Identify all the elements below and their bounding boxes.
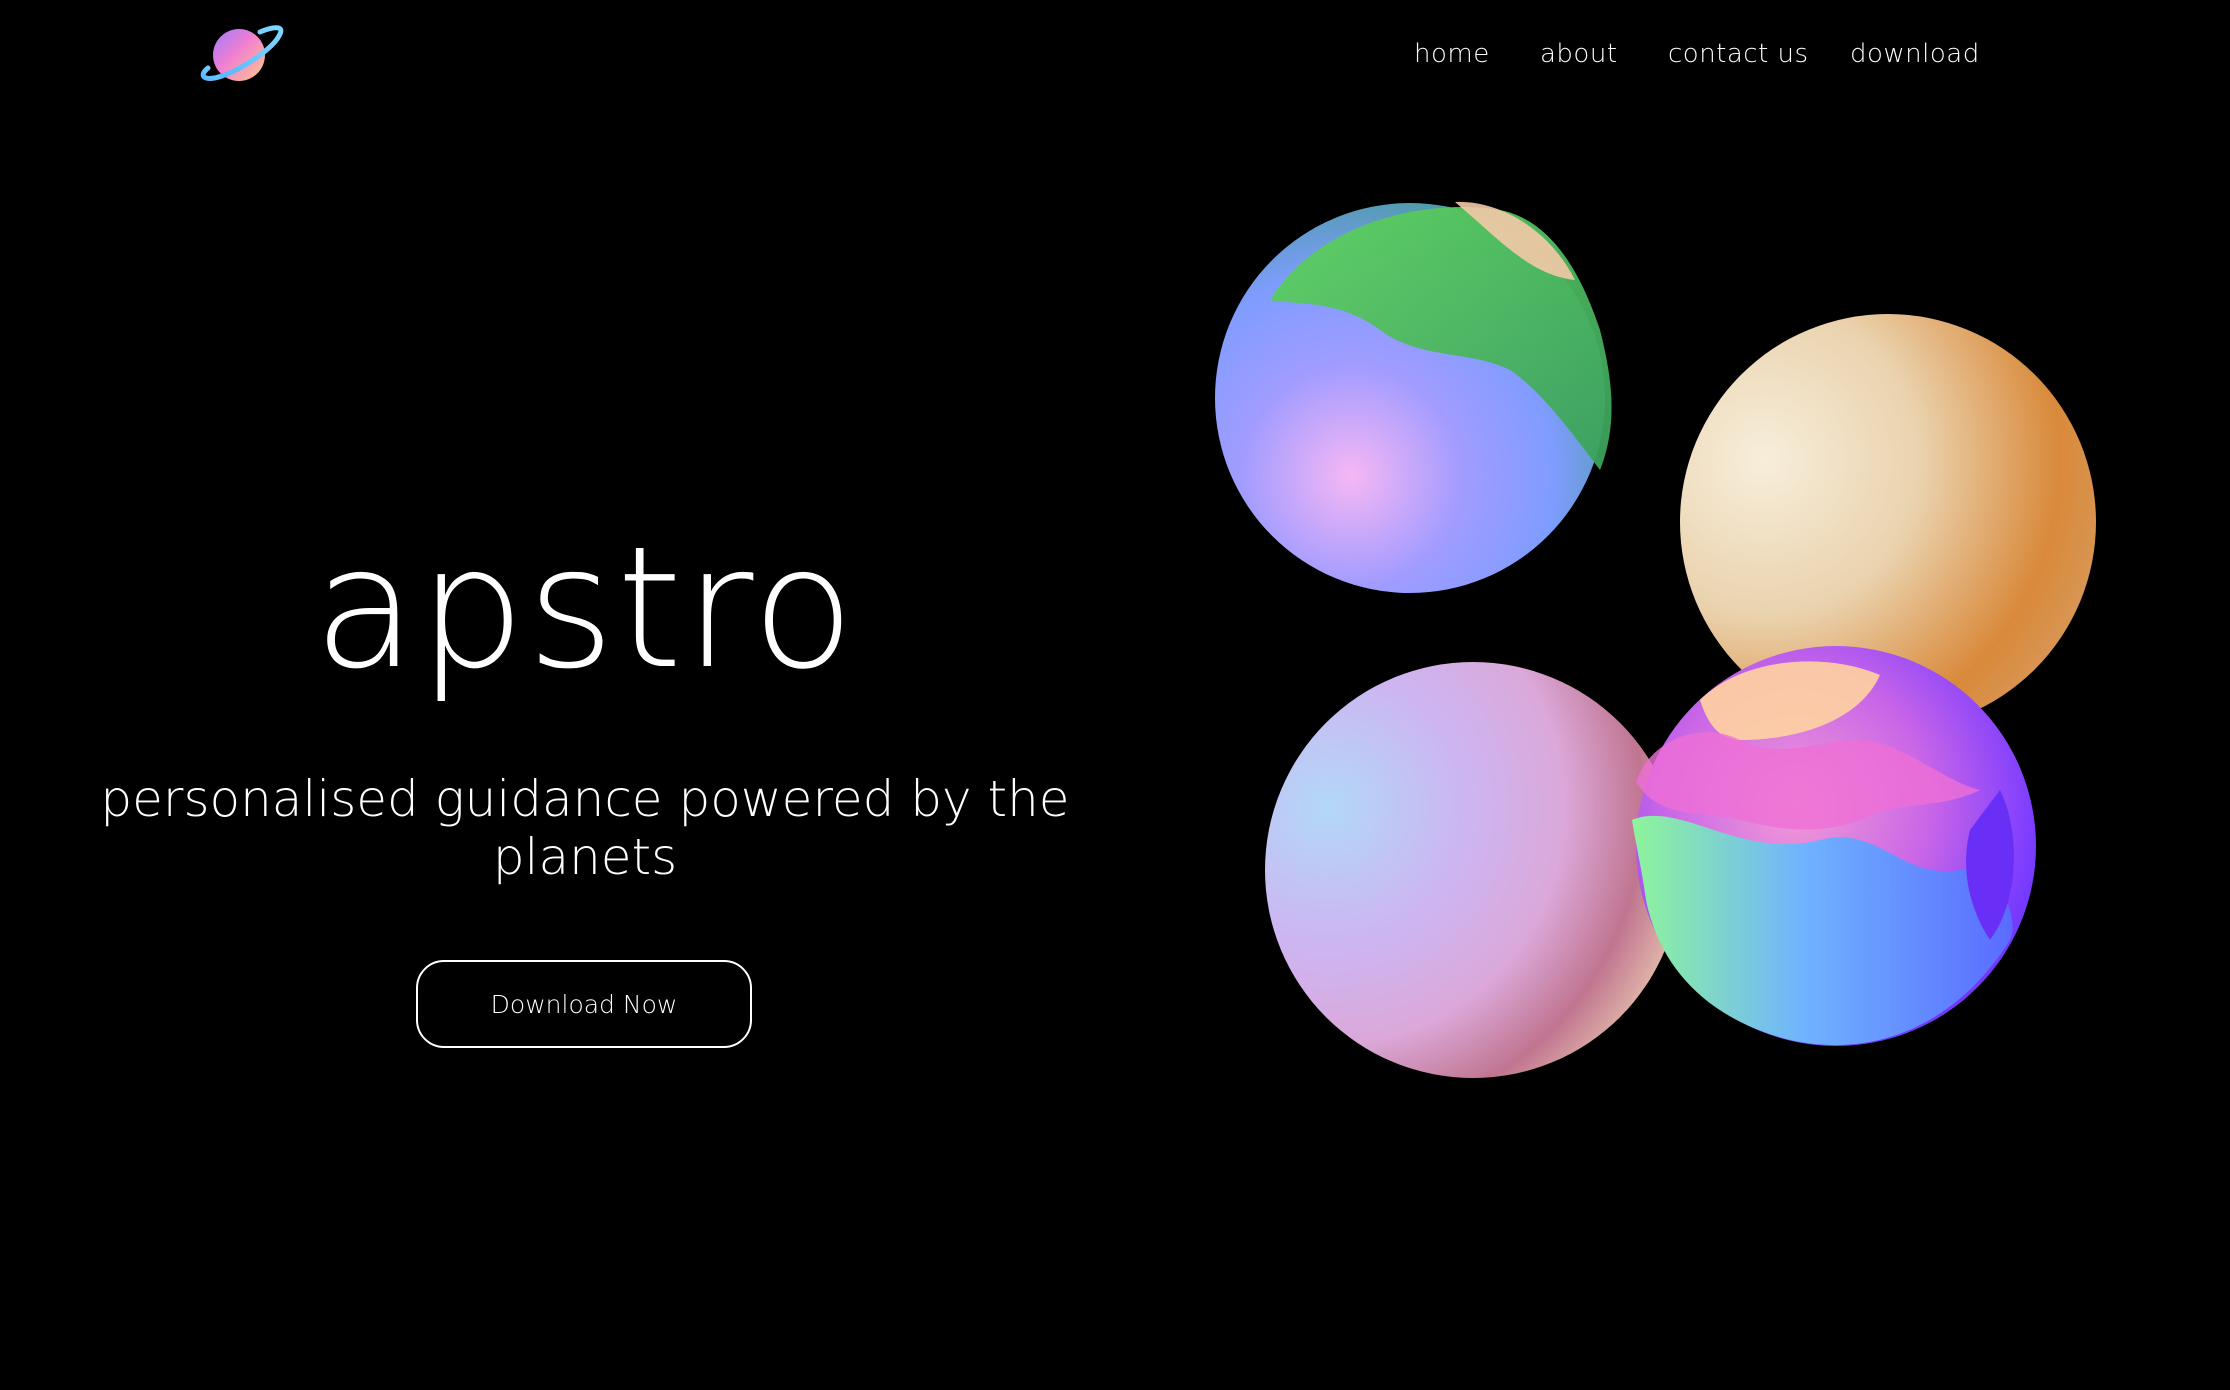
planet-violet-pink: [1632, 646, 2036, 1046]
main-nav: home about contact us download: [0, 36, 2230, 76]
hero-tagline: personalised guidance powered by the pla…: [100, 770, 1070, 886]
planets-illustration: [1215, 201, 2096, 1078]
nav-link-contact-us[interactable]: contact us: [1668, 36, 1809, 72]
download-now-button[interactable]: Download Now: [416, 960, 752, 1048]
nav-link-home[interactable]: home: [1414, 36, 1490, 72]
nav-link-download[interactable]: download: [1850, 36, 1980, 72]
nav-link-about[interactable]: about: [1540, 36, 1618, 72]
planet-pastel: [1265, 662, 1681, 1078]
planet-blue-green: [1215, 201, 1612, 593]
hero-title: apstro: [313, 510, 857, 706]
